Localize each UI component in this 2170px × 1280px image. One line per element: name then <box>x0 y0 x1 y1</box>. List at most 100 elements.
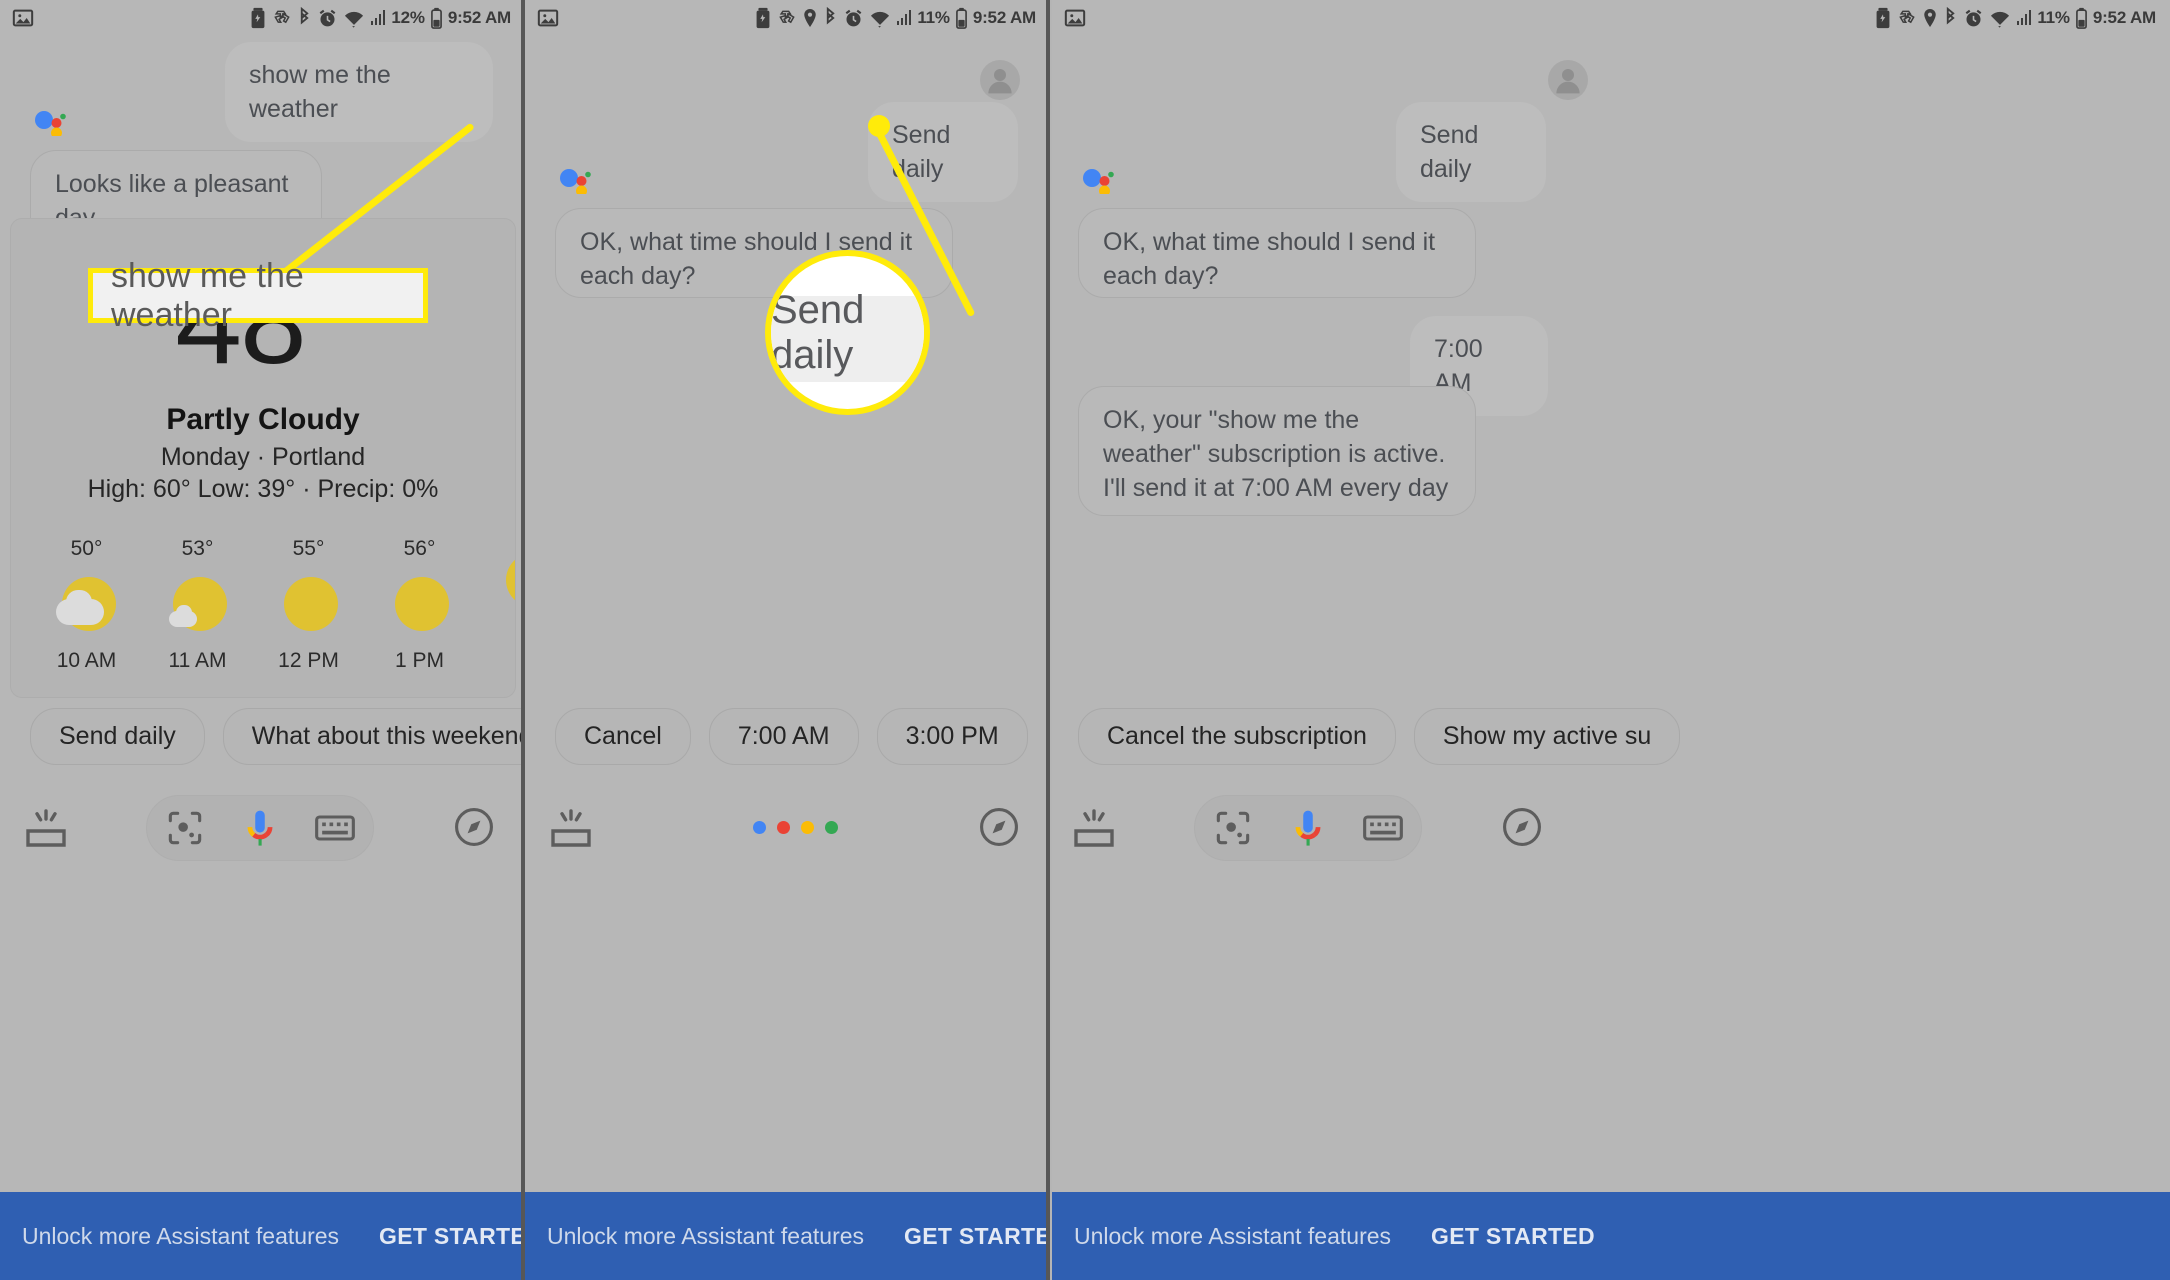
callout-box-label: show me the weather <box>111 256 304 334</box>
signal-icon <box>897 10 912 25</box>
conversation-area-2: Send daily OK, what time should I send i… <box>525 36 1046 1280</box>
mic-icon[interactable] <box>238 806 282 850</box>
assistant-message-bubble: OK, your "show me the weather" subscript… <box>1078 386 1476 516</box>
battery-percent-label: 11% <box>917 8 950 27</box>
location-icon <box>804 8 817 27</box>
phone-screenshot-panel-1: 12% 9:52 AM show me the weather Looks li… <box>0 0 521 1280</box>
status-bar: 12% 9:52 AM <box>0 0 521 36</box>
panel-divider-1 <box>521 0 525 1280</box>
sun-behind-small-cloud-icon <box>167 573 229 635</box>
hourly-forecast-row[interactable]: 50° 10 AM 53° 11 AM 55° 12 PM 56° 1 PM <box>31 537 515 673</box>
phone-screenshot-panel-2: 11% 9:52 AM Send daily OK, what time sho… <box>525 0 1046 1280</box>
panel-divider-2 <box>1046 0 1050 1280</box>
bluetooth-icon <box>1947 7 1956 25</box>
hourly-temp: 53° <box>181 537 214 560</box>
hourly-temp: 56° <box>403 537 436 560</box>
avatar[interactable] <box>980 60 1020 100</box>
chip-send-daily[interactable]: Send daily <box>30 708 205 765</box>
chip-show-my-active-subscriptions[interactable]: Show my active su <box>1413 708 1681 765</box>
photo-icon <box>537 9 559 27</box>
clock-label: 9:52 AM <box>972 8 1036 27</box>
listening-dots <box>753 821 838 834</box>
weather-day-location: Monday · Portland <box>160 443 366 471</box>
user-message-bubble: Send daily <box>1396 102 1546 202</box>
hourly-temp: 50° <box>70 537 103 560</box>
snapshot-icon[interactable] <box>547 805 595 853</box>
assistant-logo-icon <box>560 169 591 194</box>
input-pill[interactable] <box>1194 795 1422 861</box>
promo-banner[interactable]: Unlock more Assistant features GET START… <box>0 1192 521 1280</box>
person-icon <box>988 69 1012 94</box>
battery-icon <box>430 7 442 29</box>
sun-icon <box>389 573 451 635</box>
promo-banner-text: Unlock more Assistant features <box>547 1222 865 1249</box>
sun-behind-cloud-icon <box>55 573 118 635</box>
hourly-time: 1 PM <box>394 649 444 672</box>
screenshot-stage: 12% 9:52 AM show me the weather Looks li… <box>0 0 2170 1280</box>
assistant-toolbar[interactable] <box>525 781 1046 877</box>
assistant-logo-icon <box>1083 169 1114 194</box>
explore-icon[interactable] <box>1500 805 1544 849</box>
chip-7-00-am[interactable]: 7:00 AM <box>708 708 859 765</box>
hourly-cell: 56° 1 PM <box>364 537 475 673</box>
battery-icon <box>955 7 967 29</box>
chip-cancel[interactable]: Cancel <box>555 708 691 765</box>
keyboard-icon[interactable] <box>1361 806 1405 850</box>
bluetooth-icon <box>827 7 836 25</box>
chip-what-about-this-weekend[interactable]: What about this weekend? <box>222 708 521 765</box>
chip-3-00-pm[interactable]: 3:00 PM <box>876 708 1028 765</box>
wifi-icon <box>1991 11 2010 28</box>
hourly-time: 12 PM <box>278 649 339 672</box>
battery-saver-icon <box>756 7 770 29</box>
photo-icon <box>1064 9 1086 27</box>
input-pill[interactable] <box>146 795 374 861</box>
get-started-button[interactable]: GET STARTED <box>1431 1223 1595 1250</box>
hourly-time: 2 <box>475 625 515 649</box>
hourly-time: 11 AM <box>168 649 227 672</box>
avatar[interactable] <box>1548 60 1588 100</box>
suggestion-chips-row[interactable]: Cancel the subscription Show my active s… <box>1052 708 2170 765</box>
get-started-button[interactable]: GET STARTED <box>379 1223 521 1250</box>
suggestion-chips-row[interactable]: Send daily What about this weekend? W <box>0 708 521 765</box>
sun-icon <box>500 549 515 611</box>
promo-banner-text: Unlock more Assistant features <box>1074 1222 1392 1249</box>
person-icon <box>1556 69 1580 94</box>
snapshot-icon[interactable] <box>1070 805 1118 853</box>
data-saver-icon <box>274 10 291 24</box>
snapshot-icon[interactable] <box>22 805 70 853</box>
hourly-cell: 55° 12 PM <box>253 537 364 673</box>
callout-anchor-dot <box>868 115 890 137</box>
get-started-button[interactable]: GET STARTED <box>904 1223 1046 1250</box>
hourly-cell: 53° 11 AM <box>142 537 253 673</box>
battery-icon <box>2075 7 2087 29</box>
hourly-cell: 50° 10 AM <box>31 537 142 673</box>
chip-cancel-the-subscription[interactable]: Cancel the subscription <box>1078 708 1396 765</box>
status-bar: 11% 9:52 AM <box>525 0 1046 36</box>
explore-icon[interactable] <box>452 805 496 849</box>
lens-icon[interactable] <box>163 806 207 850</box>
explore-icon[interactable] <box>977 805 1021 849</box>
weather-condition: Partly Cloudy <box>166 403 360 436</box>
weather-high-low-precip: High: 60° Low: 39° · Precip: 0% <box>87 475 439 503</box>
data-saver-icon <box>779 10 796 24</box>
phone-screenshot-panel-3: 11% 9:52 AM Send daily OK, what time sho… <box>1052 0 2170 1280</box>
promo-banner[interactable]: Unlock more Assistant features GET START… <box>1052 1192 2170 1280</box>
sun-icon <box>278 573 340 635</box>
mic-icon[interactable] <box>1286 806 1330 850</box>
clock-label: 9:52 AM <box>447 8 511 27</box>
keyboard-icon[interactable] <box>313 806 357 850</box>
battery-percent-label: 12% <box>391 8 425 27</box>
assistant-message-bubble: OK, what time should I send it each day? <box>1078 208 1476 298</box>
alarm-icon <box>1965 9 1982 26</box>
clock-label: 9:52 AM <box>2092 8 2156 27</box>
alarm-icon <box>845 9 862 26</box>
suggestion-chips-row[interactable]: Cancel 7:00 AM 3:00 PM 7:15 PM <box>525 708 1046 765</box>
assistant-toolbar[interactable] <box>0 781 521 877</box>
promo-banner[interactable]: Unlock more Assistant features GET START… <box>525 1192 1046 1280</box>
battery-saver-icon <box>251 7 265 29</box>
hourly-cell-partial: 2 <box>475 537 515 673</box>
lens-icon[interactable] <box>1211 806 1255 850</box>
bluetooth-icon <box>301 7 310 25</box>
user-message-bubble: show me the weather <box>225 42 493 142</box>
assistant-toolbar[interactable] <box>1052 781 2170 877</box>
